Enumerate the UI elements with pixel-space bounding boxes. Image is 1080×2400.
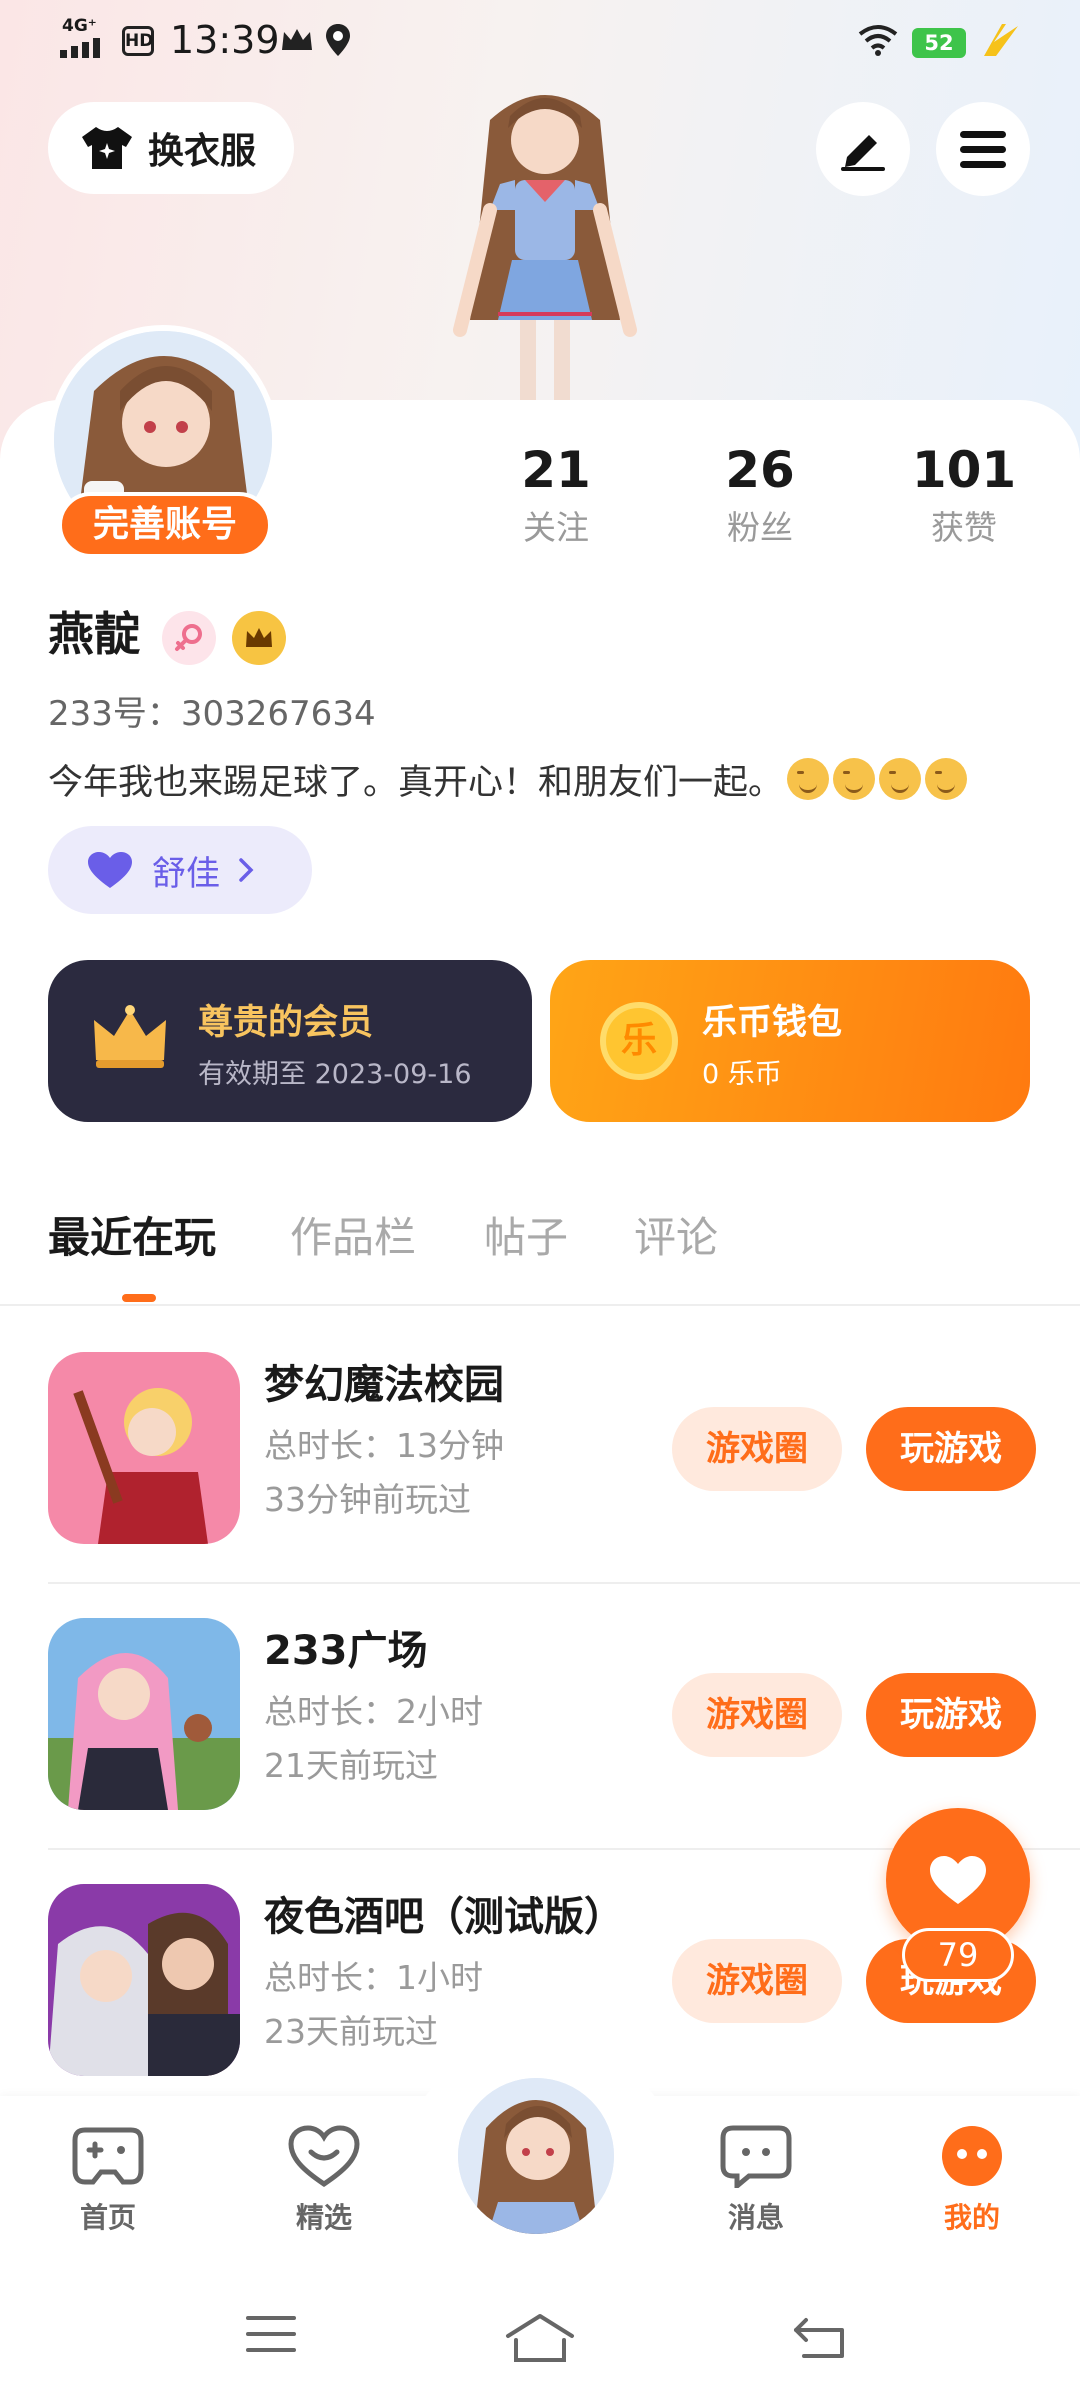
coin-icon: 乐 xyxy=(600,1002,678,1080)
nav-me-label: 我的 xyxy=(943,2201,1000,2234)
nav-home[interactable]: 首页 xyxy=(38,2124,178,2236)
game-last-played: 33分钟前玩过 xyxy=(264,1480,471,1519)
heart-outline-icon xyxy=(288,2125,360,2188)
system-navigation-bar xyxy=(0,2272,1080,2400)
female-gender-icon xyxy=(162,611,216,665)
relationship-name: 舒佳 xyxy=(152,853,220,894)
wallet-title: 乐币钱包 xyxy=(702,1003,843,1043)
chevron-right-icon xyxy=(239,858,254,882)
pen-icon xyxy=(841,135,885,171)
game-duration: 总时长：2小时 xyxy=(264,1692,483,1731)
game-icon xyxy=(48,1618,240,1810)
wink-emoji-icon xyxy=(787,758,830,800)
nav-messages-label: 消息 xyxy=(727,2201,784,2234)
game-last-played: 23天前玩过 xyxy=(264,2012,438,2051)
heart-icon xyxy=(930,1856,986,1904)
likes-count: 101 xyxy=(911,441,1017,499)
edit-profile-button[interactable] xyxy=(816,102,910,196)
smiley-face-icon xyxy=(942,2126,1002,2186)
game-circle-button[interactable]: 游戏圈 xyxy=(672,1673,842,1757)
like-count-badge: 79 xyxy=(902,1928,1014,1982)
user-id: 233号：303267634 xyxy=(48,694,376,734)
user-bio: 今年我也来踢足球了。真开心！和朋友们一起。 xyxy=(48,758,968,806)
tab-works[interactable]: 作品栏 xyxy=(290,1210,416,1266)
followers-count: 26 xyxy=(725,441,795,499)
status-time: 13:39 xyxy=(170,18,280,62)
stat-likes[interactable]: 101 获赞 xyxy=(884,440,1044,550)
vip-membership-card[interactable]: 尊贵的会员 有效期至 2023-09-16 xyxy=(48,960,532,1122)
shirt-icon xyxy=(82,127,132,169)
play-game-button[interactable]: 玩游戏 xyxy=(866,1407,1036,1491)
wink-emoji-icon xyxy=(833,758,876,800)
status-bar: 4G⁺ HD 13:39 52 xyxy=(0,0,1080,80)
game-circle-button[interactable]: 游戏圈 xyxy=(672,1939,842,2023)
row-divider xyxy=(48,1582,1080,1584)
user-name: 燕靛 xyxy=(48,607,140,661)
heart-icon xyxy=(88,852,132,888)
active-tab-indicator xyxy=(122,1294,156,1302)
crown-status-icon xyxy=(282,29,312,50)
tab-posts[interactable]: 帖子 xyxy=(484,1210,568,1266)
game-list-item[interactable]: 梦幻魔法校园 总时长：13分钟 33分钟前玩过 游戏圈 玩游戏 xyxy=(48,1352,1048,1548)
stat-followers[interactable]: 26 粉丝 xyxy=(680,440,840,550)
location-icon xyxy=(326,24,350,56)
followers-label: 粉丝 xyxy=(727,508,793,547)
hd-icon: HD xyxy=(122,26,154,56)
game-duration: 总时长：13分钟 xyxy=(264,1426,504,1465)
home-icon[interactable] xyxy=(504,2312,576,2364)
chat-bubble-icon xyxy=(720,2125,792,2192)
change-outfit-button[interactable]: 换衣服 xyxy=(48,102,294,194)
recent-apps-icon[interactable] xyxy=(244,2312,298,2356)
nav-home-label: 首页 xyxy=(79,2201,136,2234)
stat-following[interactable]: 21 关注 xyxy=(476,440,636,550)
back-icon[interactable] xyxy=(792,2312,848,2360)
tab-comments[interactable]: 评论 xyxy=(634,1210,718,1266)
relationship-tag[interactable]: 舒佳 xyxy=(48,826,312,914)
nav-messages[interactable]: 消息 xyxy=(686,2124,826,2236)
nav-me[interactable]: 我的 xyxy=(902,2124,1042,2236)
menu-icon xyxy=(960,131,1006,168)
nav-featured-label: 精选 xyxy=(295,2201,352,2234)
nav-avatar-button[interactable] xyxy=(452,2072,620,2240)
game-list-item[interactable]: 233广场 总时长：2小时 21天前玩过 游戏圈 玩游戏 xyxy=(48,1618,1048,1814)
network-indicator: 4G⁺ xyxy=(62,16,97,36)
game-last-played: 21天前玩过 xyxy=(264,1746,438,1785)
change-outfit-label: 换衣服 xyxy=(148,131,257,172)
avatar-3d-figure xyxy=(453,95,637,410)
vip-expiry: 有效期至 2023-09-16 xyxy=(198,1059,472,1090)
game-title: 梦幻魔法校园 xyxy=(264,1362,504,1408)
menu-button[interactable] xyxy=(936,102,1030,196)
following-count: 21 xyxy=(521,441,591,499)
wifi-icon xyxy=(858,25,898,56)
charging-icon xyxy=(984,24,1018,56)
vip-crown-badge-icon xyxy=(232,611,286,665)
gold-crown-icon xyxy=(94,1005,166,1068)
signal-icon xyxy=(60,38,100,58)
tabs-divider xyxy=(0,1304,1080,1306)
complete-account-button[interactable]: 完善账号 xyxy=(58,492,272,558)
game-icon xyxy=(48,1884,240,2076)
game-icon xyxy=(48,1352,240,1544)
game-duration: 总时长：1小时 xyxy=(264,1958,483,1997)
game-title: 夜色酒吧（测试版） xyxy=(264,1894,624,1940)
game-title: 233广场 xyxy=(264,1628,428,1674)
likes-label: 获赞 xyxy=(931,508,997,547)
tab-recently-played[interactable]: 最近在玩 xyxy=(48,1210,216,1266)
battery-indicator: 52 xyxy=(912,28,966,58)
play-game-button[interactable]: 玩游戏 xyxy=(866,1673,1036,1757)
coin-wallet-card[interactable]: 乐 乐币钱包 0 乐币 xyxy=(550,960,1030,1122)
following-label: 关注 xyxy=(523,508,589,547)
wink-emoji-icon xyxy=(879,758,922,800)
game-circle-button[interactable]: 游戏圈 xyxy=(672,1407,842,1491)
bio-text: 今年我也来踢足球了。真开心！和朋友们一起。 xyxy=(48,763,784,803)
gamepad-icon xyxy=(72,2127,144,2185)
avatar-image xyxy=(458,2078,614,2234)
wink-emoji-icon xyxy=(925,758,968,800)
vip-title: 尊贵的会员 xyxy=(198,1003,374,1043)
nav-featured[interactable]: 精选 xyxy=(254,2124,394,2236)
wallet-balance: 0 乐币 xyxy=(702,1059,782,1090)
